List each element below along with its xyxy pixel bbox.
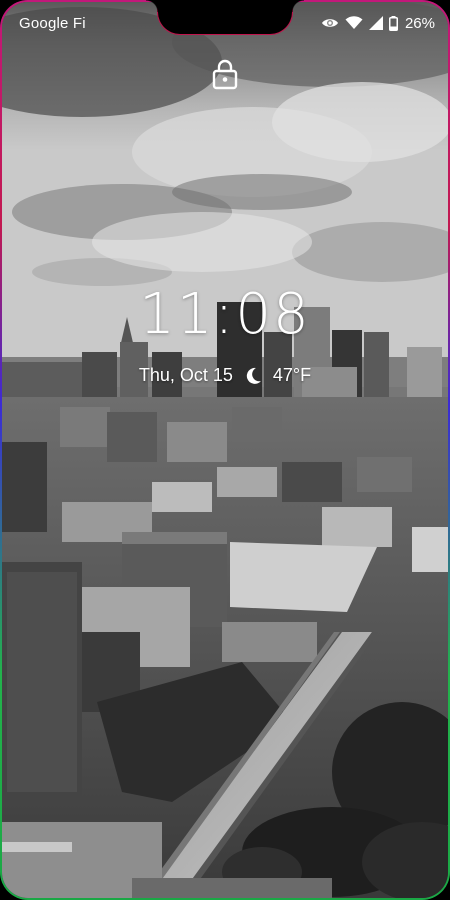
status-bar[interactable]: Google Fi 26% [0, 0, 450, 44]
battery-icon [388, 15, 398, 31]
date-text: Thu, Oct 15 [138, 365, 233, 385]
carrier-name: Google Fi [19, 15, 86, 32]
battery-percent: 26% [404, 14, 435, 32]
eye-icon [321, 16, 339, 30]
city-skyline-wallpaper [2, 2, 448, 898]
temperature-text: 47°F [272, 365, 312, 385]
lock-screen-clock: 11:08 [139, 282, 311, 347]
phone-lock-screen: Google Fi 26% 11:08 Thu, Oct 15 47°F [0, 0, 450, 900]
status-icons: 26% [321, 13, 435, 33]
wifi-icon [345, 16, 363, 30]
cellular-signal-icon [368, 16, 383, 30]
lock-screen[interactable] [2, 2, 448, 898]
lock-icon[interactable] [212, 58, 238, 90]
date-weather-row[interactable]: Thu, Oct 15 47°F [0, 365, 450, 386]
moon-icon [243, 366, 263, 386]
